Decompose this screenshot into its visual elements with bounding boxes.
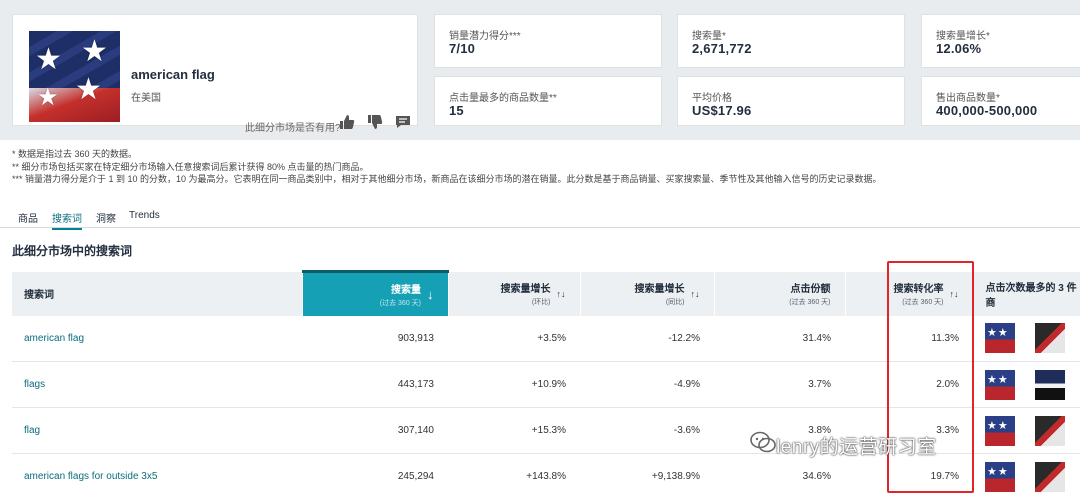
- metric-card-search-volume: 搜索量* 2,671,772: [677, 14, 905, 68]
- product-thumbnail[interactable]: [1035, 461, 1065, 492]
- star-icon: ★: [81, 35, 108, 68]
- search-volume-cell: 245,294: [302, 453, 448, 499]
- footnotes: * 数据是指过去 360 天的数据。 ** 细分市场包括买家在特定细分市场输入任…: [12, 148, 882, 186]
- tab-insights[interactable]: 洞察: [96, 210, 116, 225]
- top-products-cell: [973, 453, 1080, 499]
- tab-bar: 商品 搜索词 洞察 Trends: [0, 206, 1080, 230]
- tab-products[interactable]: 商品: [18, 210, 38, 225]
- conversion-rate-cell: 19.7%: [845, 453, 973, 499]
- metric-card-average-price: 平均价格 US$17.96: [677, 76, 905, 126]
- footnote: * 数据是指过去 360 天的数据。: [12, 149, 138, 159]
- product-thumbnail[interactable]: [985, 461, 1015, 492]
- column-header-click-share[interactable]: 点击份额 (过去 360 天): [714, 271, 846, 316]
- growth-mom-cell: +3.5%: [448, 315, 580, 362]
- metric-label: 搜索量*: [692, 31, 726, 42]
- growth-mom-cell: +15.3%: [448, 407, 580, 454]
- metric-card-units-sold: 售出商品数量* 400,000-500,000: [921, 76, 1080, 126]
- top-products-cell: [973, 407, 1080, 454]
- sort-icon[interactable]: ↑↓: [691, 289, 700, 299]
- search-term-link[interactable]: american flags for outside 3x5: [12, 453, 302, 499]
- metric-card-top-clicked-count: 点击量最多的商品数量** 15: [434, 76, 662, 126]
- watermark: lenry的运营研习室: [776, 437, 937, 458]
- sort-icon[interactable]: ↑↓: [557, 289, 566, 299]
- click-share-cell: 34.6%: [714, 453, 845, 499]
- sort-desc-icon[interactable]: ↓: [427, 287, 434, 302]
- metric-value: 7/10: [449, 41, 476, 56]
- click-share-cell: 3.7%: [714, 361, 845, 408]
- metric-label: 销量潜力得分***: [449, 31, 521, 42]
- column-header-growth-yoy[interactable]: 搜索量增长 (同比) ↑↓: [580, 271, 715, 316]
- table-row: flags 443,173 +10.9% -4.9% 3.7% 2.0%: [12, 361, 1080, 408]
- top-products-cell: [973, 315, 1080, 362]
- metric-value: US$17.96: [692, 103, 752, 118]
- tab-trends[interactable]: Trends: [129, 210, 160, 221]
- metric-value: 400,000-500,000: [936, 103, 1038, 118]
- column-header-growth-mom[interactable]: 搜索量增长 (环比) ↑↓: [448, 271, 581, 316]
- product-thumbnail[interactable]: [1035, 369, 1065, 400]
- top-products-cell: [973, 361, 1080, 408]
- metric-label: 点击量最多的商品数量**: [449, 93, 557, 104]
- metric-label: 售出商品数量*: [936, 93, 1000, 104]
- footnote: ** 细分市场包括买家在特定细分市场输入任意搜索词后累计获得 80% 点击量的热…: [12, 161, 369, 172]
- column-header-conversion-rate[interactable]: 搜索转化率 (过去 360 天) ↑↓: [845, 271, 974, 316]
- star-icon: ★: [75, 73, 102, 106]
- product-thumbnail[interactable]: [985, 323, 1015, 354]
- search-volume-cell: 307,140: [302, 407, 448, 454]
- product-thumbnail[interactable]: [1035, 415, 1065, 446]
- product-thumbnail[interactable]: [1035, 323, 1065, 354]
- table-header-row: 搜索词 搜索量 (过去 360 天) ↓ 搜索量增长 (环比) ↑↓ 搜索量增长 (同比)…: [12, 270, 1080, 316]
- product-title: american flag: [131, 67, 215, 82]
- section-title: 此细分市场中的搜索词: [12, 244, 133, 258]
- search-term-link[interactable]: american flag: [12, 315, 302, 362]
- growth-mom-cell: +143.8%: [448, 453, 580, 499]
- product-thumbnail[interactable]: [985, 369, 1015, 400]
- conversion-rate-cell: 2.0%: [845, 361, 973, 408]
- growth-yoy-cell: +9,138.9%: [580, 453, 714, 499]
- growth-yoy-cell: -4.9%: [580, 361, 714, 408]
- tab-search-terms[interactable]: 搜索词: [52, 210, 82, 230]
- product-image: ★ ★ ★ ★: [29, 31, 120, 122]
- metric-label: 平均价格: [692, 93, 732, 104]
- helpful-question: 此细分市场是否有用?: [245, 123, 341, 134]
- conversion-rate-cell: 11.3%: [845, 315, 973, 362]
- column-header-top-clicked-products: 点击次数最多的 3 件商: [973, 271, 1080, 316]
- metric-label: 搜索量增长*: [936, 31, 990, 42]
- table-row: american flag 903,913 +3.5% -12.2% 31.4%…: [12, 315, 1080, 362]
- search-volume-cell: 443,173: [302, 361, 448, 408]
- footnote: *** 销量潜力得分是介于 1 到 10 的分数，10 为最高分。它表明在同一商…: [12, 174, 882, 184]
- comment-icon[interactable]: [395, 114, 411, 130]
- metric-card-sales-potential: 销量潜力得分*** 7/10: [434, 14, 662, 68]
- sort-icon[interactable]: ↑↓: [950, 289, 959, 299]
- product-marketplace: 在美国: [131, 93, 161, 104]
- growth-yoy-cell: -12.2%: [580, 315, 714, 362]
- search-terms-table: 搜索词 搜索量 (过去 360 天) ↓ 搜索量增长 (环比) ↑↓ 搜索量增长 (同比)…: [12, 270, 1080, 499]
- table-row: american flags for outside 3x5 245,294 +…: [12, 453, 1080, 499]
- star-icon: ★: [37, 84, 59, 111]
- star-icon: ★: [35, 43, 62, 76]
- column-header-search-term[interactable]: 搜索词: [12, 271, 303, 316]
- column-header-search-volume[interactable]: 搜索量 (过去 360 天) ↓: [302, 270, 449, 316]
- click-share-cell: 31.4%: [714, 315, 845, 362]
- growth-yoy-cell: -3.6%: [580, 407, 714, 454]
- search-term-link[interactable]: flag: [12, 407, 302, 454]
- metric-value: 15: [449, 103, 464, 118]
- thumbs-up-icon[interactable]: [339, 114, 355, 130]
- wechat-icon: [750, 431, 776, 453]
- search-term-link[interactable]: flags: [12, 361, 302, 408]
- metric-value: 12.06%: [936, 41, 982, 56]
- product-card: ★ ★ ★ ★ american flag 在美国 此细分市场是否有用?: [12, 14, 418, 134]
- search-volume-cell: 903,913: [302, 315, 448, 362]
- metric-value: 2,671,772: [692, 41, 752, 56]
- thumbs-down-icon[interactable]: [367, 114, 383, 130]
- metric-card-search-growth: 搜索量增长* 12.06%: [921, 14, 1080, 68]
- product-thumbnail[interactable]: [985, 415, 1015, 446]
- growth-mom-cell: +10.9%: [448, 361, 580, 408]
